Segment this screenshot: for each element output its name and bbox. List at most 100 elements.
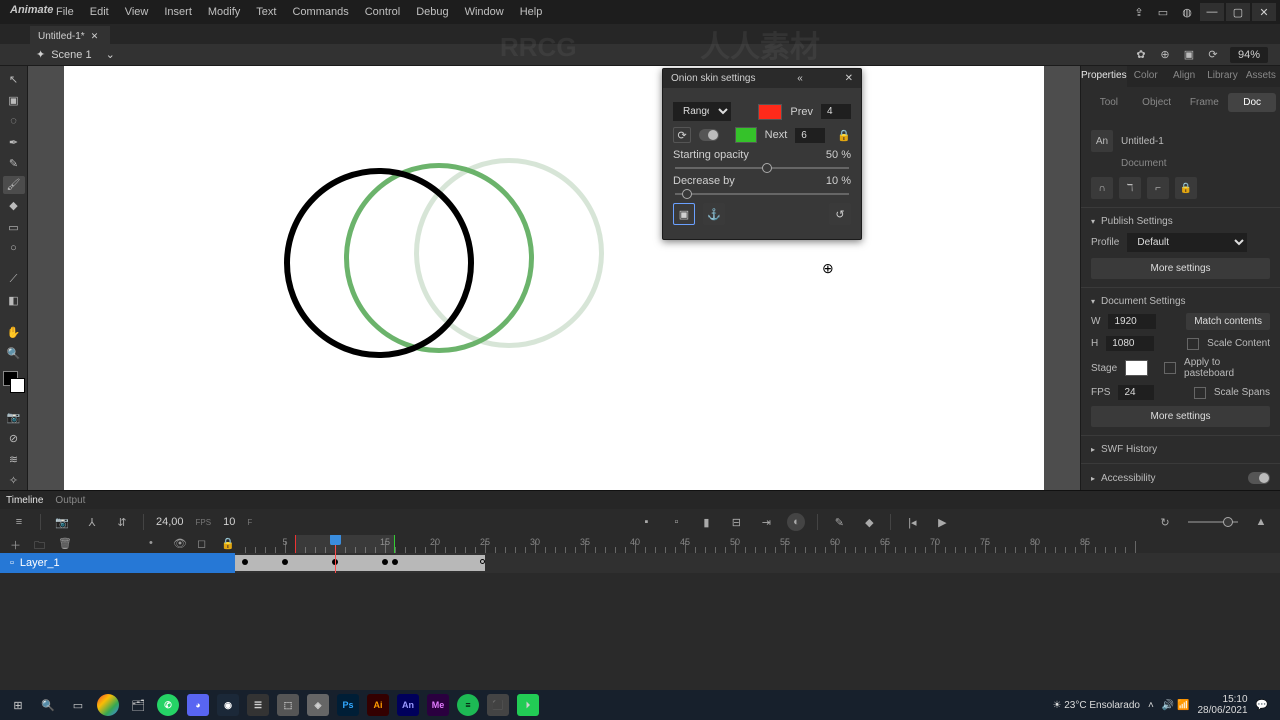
timeline-tab-timeline[interactable]: Timeline [6,495,43,506]
lasso-tool[interactable]: ◌ [3,112,25,130]
panel-tab-align[interactable]: Align [1165,66,1203,87]
rectangle-tool[interactable]: ▭ [3,218,25,236]
play-button[interactable]: ▶ [933,513,951,531]
scale-content-checkbox[interactable] [1187,338,1199,350]
free-transform-tool[interactable]: ▣ [3,91,25,109]
panel-tab-color[interactable]: Color [1127,66,1165,87]
height-input[interactable] [1106,336,1154,351]
paint-bucket-tool[interactable]: ◆ [3,197,25,215]
menu-text[interactable]: Text [248,2,284,22]
width-input[interactable] [1108,314,1156,329]
app-icon-5[interactable]: 🞂 [514,693,542,717]
camera-tool[interactable]: 📷 [3,408,25,426]
sync-icon[interactable]: ◍ [1176,3,1198,21]
lock-col-icon[interactable]: 🔒 [221,537,235,551]
guides-icon[interactable]: ℸ [1119,177,1141,199]
menu-view[interactable]: View [117,2,157,22]
close-button[interactable]: ✕ [1252,3,1276,21]
maximize-button[interactable]: ▢ [1226,3,1250,21]
whatsapp-icon[interactable]: ✆ [154,693,182,717]
zoom-level[interactable]: 94% [1230,47,1268,63]
match-contents-button[interactable]: Match contents [1186,313,1270,330]
panel-tab-assets[interactable]: Assets [1242,66,1280,87]
zoom-slider[interactable] [1188,521,1238,523]
search-icon[interactable]: 🔍 [34,693,62,717]
onion-next-color[interactable] [735,127,757,143]
subtab-frame[interactable]: Frame [1181,93,1229,112]
asset-warp-tool[interactable]: ✧ [3,472,25,490]
menu-window[interactable]: Window [457,2,512,22]
create-tween-icon[interactable]: ⇥ [757,513,775,531]
loop-button[interactable]: ↻ [1156,513,1174,531]
accessibility-header[interactable]: Accessibility [1091,473,1155,484]
tray-chevron-icon[interactable]: ˄ [1148,700,1154,711]
edit-scene-icon[interactable]: ✿ [1134,48,1148,62]
task-view-icon[interactable]: ▭ [64,693,92,717]
app-icon-1[interactable]: ☰ [244,693,272,717]
spotify-icon[interactable]: ≡ [454,693,482,717]
menu-edit[interactable]: Edit [82,2,117,22]
timeline-menu-icon[interactable]: ▲ [1252,513,1270,531]
fill-swatch[interactable] [10,378,25,393]
insert-keyframe-icon[interactable]: ▪ [637,513,655,531]
insert-frame-icon[interactable]: ▮ [697,513,715,531]
ruler-icon[interactable]: ⌐ [1147,177,1169,199]
outline-col-icon[interactable]: ◻ [197,537,211,551]
animate-icon[interactable]: An [394,693,422,717]
onion-range-select[interactable]: Range [673,102,731,121]
chrome-icon[interactable] [94,693,122,717]
delete-layer-icon[interactable]: 🗑 [58,537,72,551]
selection-tool[interactable]: ↖ [3,70,25,88]
swf-history-header[interactable]: SWF History [1091,444,1270,455]
menu-commands[interactable]: Commands [284,2,356,22]
onion-panel-collapse-icon[interactable]: « [797,73,803,84]
photoshop-icon[interactable]: Ps [334,693,362,717]
onion-skin-toggle[interactable]: ◐ [787,513,805,531]
edit-multiple-icon[interactable]: ✎ [830,513,848,531]
marker-icon[interactable]: ◆ [860,513,878,531]
pencil-tool[interactable]: ✎ [3,155,25,173]
layer-depth-icon[interactable]: ⇵ [113,513,131,531]
menu-file[interactable]: File [48,2,82,22]
brush-tool[interactable]: 🖌 [3,176,25,194]
onion-mode-toggle[interactable] [699,129,719,141]
first-frame-button[interactable]: |◂ [903,513,921,531]
rotate-view-icon[interactable]: ⟳ [1206,48,1220,62]
snap-horseshoe-icon[interactable]: ∩ [1091,177,1113,199]
clock-time[interactable]: 15:10 [1197,694,1247,705]
new-layer-icon[interactable]: ＋ [10,537,24,551]
profile-select[interactable]: Default [1127,233,1247,252]
doc-more-settings[interactable]: More settings [1091,406,1270,427]
onion-next-input[interactable] [795,128,825,143]
menu-debug[interactable]: Debug [408,2,456,22]
eyedropper-tool[interactable]: ⟋ [3,271,25,289]
explorer-icon[interactable]: 🗂 [124,693,152,717]
hand-tool[interactable]: ✋ [3,323,25,341]
panel-tab-properties[interactable]: Properties [1081,66,1127,87]
fps-input[interactable] [1118,385,1154,400]
scene-label[interactable]: Scene 1 [51,49,91,61]
app-icon-2[interactable]: ⬚ [274,693,302,717]
tray-area[interactable]: 🔊 📶 [1162,700,1190,711]
layer-name[interactable]: Layer_1 [20,557,60,569]
layer-parent-icon[interactable]: ⅄ [83,513,101,531]
media-encoder-icon[interactable]: Me [424,693,452,717]
app-icon-4[interactable]: ⬛ [484,693,512,717]
document-settings-header[interactable]: Document Settings [1091,296,1270,307]
share-icon[interactable]: ⇪ [1128,3,1150,21]
pen-tool[interactable]: ✒ [3,133,25,151]
minimize-button[interactable]: — [1200,3,1224,21]
notifications-icon[interactable]: 💬 [1256,700,1268,711]
publish-more-settings[interactable]: More settings [1091,258,1270,279]
start-button[interactable]: ⊞ [4,693,32,717]
onion-lock-icon[interactable]: 🔒 [837,129,851,142]
subtab-tool[interactable]: Tool [1085,93,1133,112]
stage[interactable]: ⊕ [64,66,1044,490]
onion-prev-color[interactable] [758,104,782,120]
bone-tool[interactable]: ⊘ [3,430,25,448]
menu-insert[interactable]: Insert [156,2,200,22]
panel-tab-library[interactable]: Library [1203,66,1241,87]
onion-anchor-mode[interactable]: ⚓ [703,203,725,225]
onion-decrease-slider[interactable] [675,193,849,195]
onion-reset-button[interactable]: ↺ [829,203,851,225]
